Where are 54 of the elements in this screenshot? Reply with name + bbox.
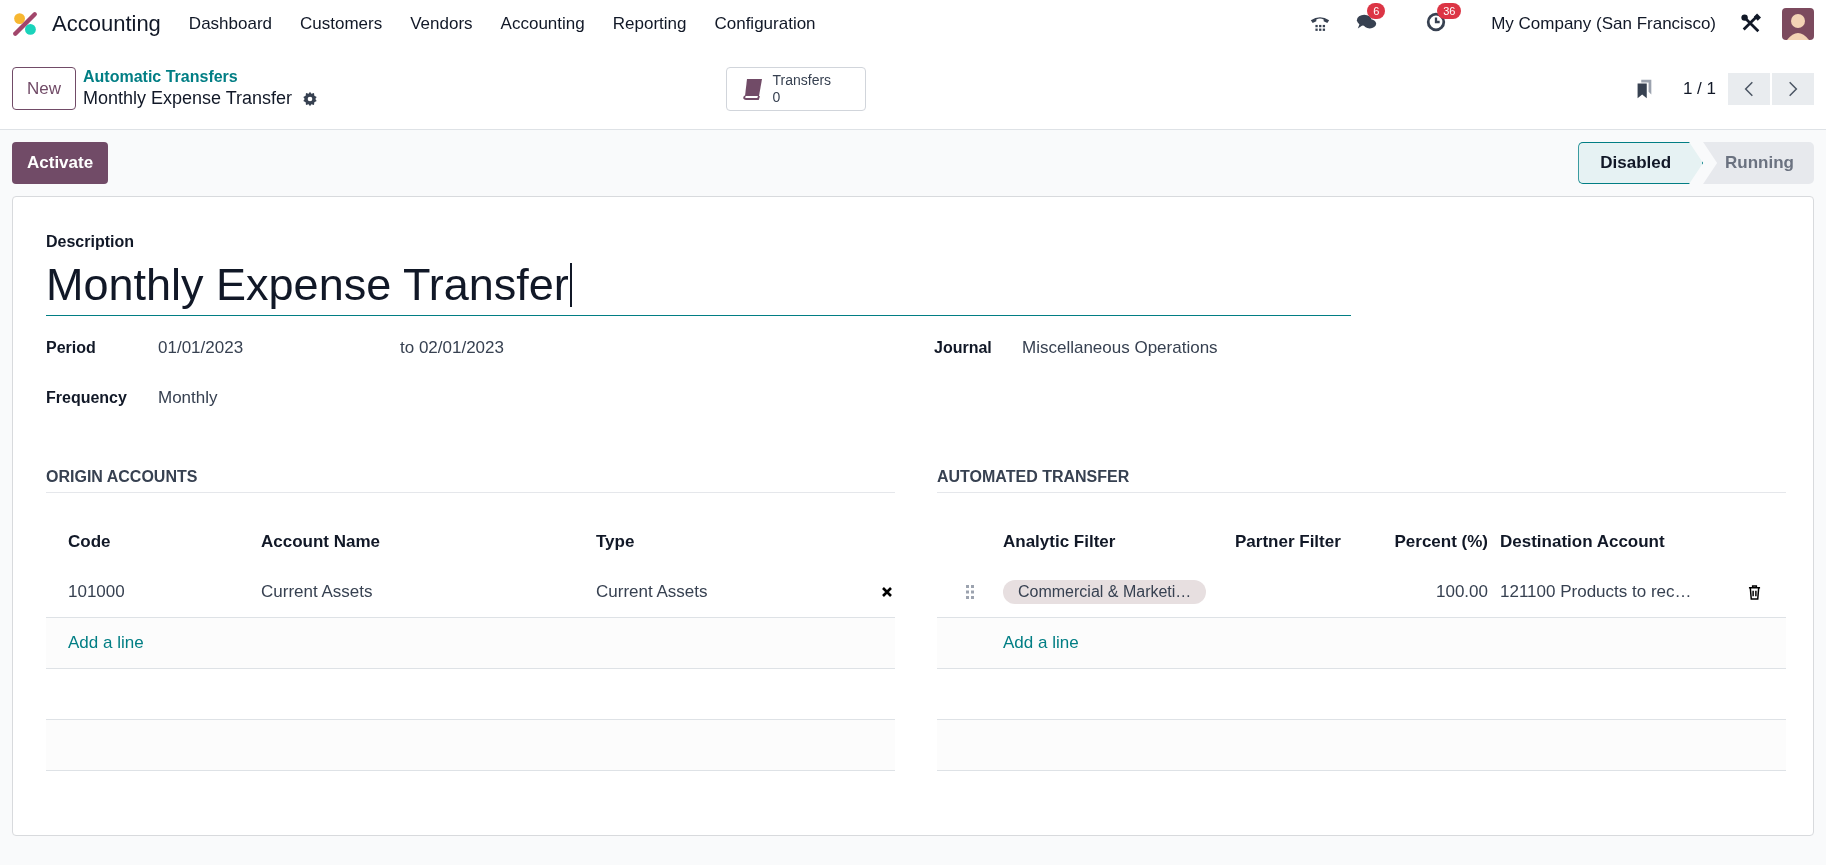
drag-handle-icon[interactable] xyxy=(966,585,974,599)
field-label: Journal xyxy=(934,339,993,357)
menu-item[interactable]: Accounting xyxy=(500,14,585,34)
tools-icon[interactable] xyxy=(1740,13,1762,35)
section-title: AUTOMATED TRANSFER xyxy=(937,468,1786,493)
notification-badge: 36 xyxy=(1437,3,1462,19)
field-label: Frequency xyxy=(46,389,128,407)
table-cell-text: Current Assets xyxy=(596,582,709,602)
breadcrumb-link[interactable]: Automatic Transfers xyxy=(83,68,319,86)
new-button[interactable]: New xyxy=(12,67,76,110)
column-header[interactable]: Code xyxy=(68,532,261,552)
table-cell-text: 100.00 xyxy=(1435,582,1489,602)
date-field[interactable]: to 02/01/2023 xyxy=(400,338,504,358)
app-logo-icon[interactable] xyxy=(12,11,38,37)
analytic-tag[interactable]: Commercial & Marketi… xyxy=(1003,580,1207,604)
column-header[interactable]: Type xyxy=(596,532,856,552)
menu-item[interactable]: Vendors xyxy=(410,14,473,34)
activate-button[interactable]: Activate xyxy=(12,142,109,184)
settings-icon[interactable] xyxy=(302,90,319,107)
menu-item[interactable]: Reporting xyxy=(612,14,687,34)
pager-value[interactable]: 1 / 1 xyxy=(1682,78,1716,99)
frequency-field[interactable]: Monthly xyxy=(158,388,218,408)
section-title: ORIGIN ACCOUNTS xyxy=(46,468,895,493)
status-step[interactable]: Disabled xyxy=(1578,142,1704,184)
date-field[interactable]: 01/01/2023 xyxy=(158,338,400,358)
description-input[interactable]: Monthly Expense Transfer xyxy=(46,251,1351,316)
transfers-smart-button[interactable]: Transfers 0 xyxy=(725,66,866,111)
column-header[interactable]: Partner Filter xyxy=(1235,532,1367,552)
company-switcher[interactable]: My Company (San Francisco) xyxy=(1491,14,1716,34)
column-header[interactable]: Analytic Filter xyxy=(1003,532,1235,552)
add-line-link[interactable]: Add a line xyxy=(68,633,895,653)
avatar-icon[interactable] xyxy=(1782,8,1814,40)
chevron-left-icon xyxy=(1744,79,1754,98)
column-header[interactable]: Account Name xyxy=(261,532,596,552)
table-cell-text: 101000 xyxy=(68,582,126,602)
status-step[interactable]: Running xyxy=(1703,142,1814,184)
field-label: Description xyxy=(46,233,135,251)
add-line-link[interactable]: Add a line xyxy=(1003,633,1235,653)
journal-field[interactable]: Miscellaneous Operations xyxy=(1022,338,1218,358)
notification-badge: 6 xyxy=(1367,3,1386,19)
menu-item[interactable]: Customers xyxy=(300,14,383,34)
column-header[interactable]: Percent (%) xyxy=(1367,532,1500,552)
remove-icon[interactable] xyxy=(880,586,893,598)
field-label: Period xyxy=(46,339,97,357)
column-header[interactable]: Destination Account xyxy=(1500,532,1722,552)
menu-item[interactable]: Configuration xyxy=(714,14,816,34)
menu-item[interactable]: Dashboard xyxy=(188,14,273,34)
table-cell-text: Current Assets xyxy=(261,582,374,602)
record-title: Monthly Expense Transfer xyxy=(83,88,293,109)
table-cell-text: 121100 Products to rec… xyxy=(1500,582,1693,602)
chevron-right-icon xyxy=(1788,79,1798,98)
app-name[interactable]: Accounting xyxy=(52,11,161,37)
trash-icon[interactable] xyxy=(1747,584,1761,600)
book-icon xyxy=(740,76,765,101)
